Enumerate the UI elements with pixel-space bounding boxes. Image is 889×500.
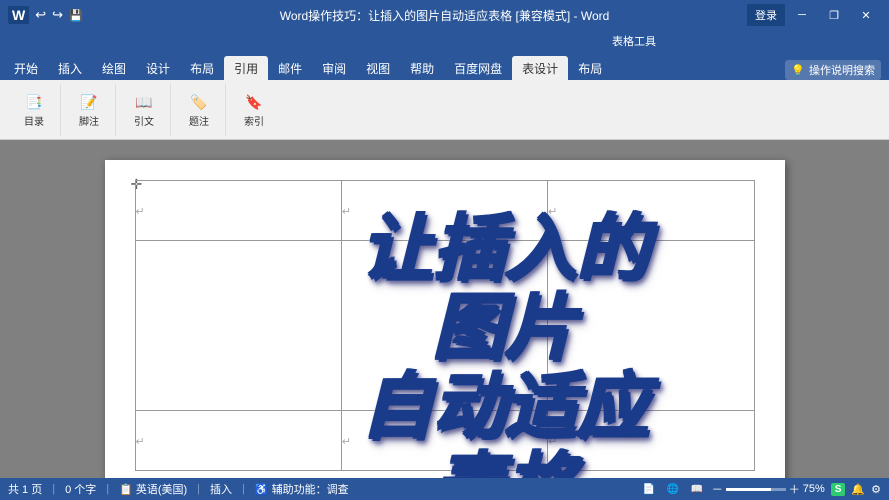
status-right: 📄 🌐 📖 － ＋ 75% S 🔔 ⚙ [640, 480, 881, 498]
restore-button[interactable]: ❐ [819, 5, 849, 25]
language-icon: 📋 [119, 483, 133, 496]
tab-mail[interactable]: 邮件 [268, 56, 312, 80]
tab-layout[interactable]: 布局 [180, 56, 224, 80]
tab-table-layout[interactable]: 布局 [568, 56, 612, 80]
app-icon: W [8, 6, 29, 24]
language-label: 英语(美国) [136, 481, 187, 497]
quick-save-icon[interactable]: 💾 [69, 9, 83, 22]
title-bar: W ↩ ↪ 💾 Word操作技巧：让插入的图片自动适应表格 [兼容模式] - W… [0, 0, 889, 30]
window-controls: 登录 ─ ❐ ✕ [747, 4, 881, 26]
settings-icon[interactable]: ⚙ [871, 483, 881, 496]
tab-start[interactable]: 开始 [4, 56, 48, 80]
document-table[interactable]: ↵ ↵ ↵ ↵ ↵ ↵ [135, 180, 755, 471]
tab-review[interactable]: 审阅 [312, 56, 356, 80]
ribbon-group-index: 🔖 索引 [228, 84, 280, 136]
table-cell: ↵ [548, 181, 754, 241]
table-cell [341, 241, 547, 411]
status-bar: 共 1 页 | 0 个字 | 📋 英语(美国) | 插入 | ♿ 辅助功能：调查… [0, 478, 889, 500]
tab-draw[interactable]: 绘图 [92, 56, 136, 80]
accessibility-status: ♿ 辅助功能：调查 [255, 481, 349, 497]
citation-label: 引文 [134, 113, 154, 128]
toc-icon: 📑 [23, 91, 45, 113]
citation-icon: 📖 [133, 91, 155, 113]
accessibility-label: 辅助功能：调查 [272, 481, 349, 497]
help-search-bar[interactable]: 💡 操作说明搜索 [785, 60, 881, 80]
zoom-slider[interactable] [726, 488, 786, 491]
login-button[interactable]: 登录 [747, 4, 785, 26]
notification-icon[interactable]: 🔔 [851, 483, 865, 496]
document-area: ✛ ↵ ↵ ↵ ↵ ↵ ↵ 让插入的 图片 自动适应 表格 [0, 140, 889, 478]
zoom-level: 75% [803, 483, 825, 495]
table-cell: ↵ [341, 181, 547, 241]
wps-logo: S [831, 483, 846, 496]
print-layout-button[interactable]: 📄 [640, 480, 658, 498]
close-button[interactable]: ✕ [851, 5, 881, 25]
ribbon-group-caption: 🏷️ 题注 [173, 84, 226, 136]
caption-label: 题注 [189, 113, 209, 128]
tab-references[interactable]: 引用 [224, 56, 268, 80]
undo-icon[interactable]: ↩ [35, 7, 46, 23]
tab-baidu[interactable]: 百度网盘 [444, 56, 512, 80]
caption-button[interactable]: 🏷️ 题注 [181, 89, 217, 130]
zoom-slider-fill [726, 488, 771, 491]
zoom-bar: － ＋ 75% [712, 481, 825, 497]
read-mode-button[interactable]: 📖 [688, 480, 706, 498]
table-row [135, 241, 754, 411]
ribbon-group-toc: 📑 目录 [8, 84, 61, 136]
document-page: ✛ ↵ ↵ ↵ ↵ ↵ ↵ 让插入的 图片 自动适应 表格 [105, 160, 785, 478]
index-icon: 🔖 [243, 91, 265, 113]
quick-access-toolbar: W ↩ ↪ 💾 [8, 6, 83, 24]
table-row: ↵ ↵ ↵ [135, 181, 754, 241]
ribbon-content: 📑 目录 📝 脚注 📖 引文 🏷️ 题注 🔖 索引 [0, 80, 889, 140]
table-cell: ↵ [341, 411, 547, 471]
toc-label: 目录 [24, 113, 44, 128]
word-count: 0 个字 [65, 481, 96, 497]
footnote-button[interactable]: 📝 脚注 [71, 89, 107, 130]
tab-design[interactable]: 设计 [136, 56, 180, 80]
table-cell: ↵ [135, 411, 341, 471]
page-count: 共 1 页 [8, 481, 42, 497]
citation-button[interactable]: 📖 引文 [126, 89, 162, 130]
context-tab-bar: 表格工具 [0, 30, 889, 52]
zoom-in-icon[interactable]: ＋ [789, 481, 800, 497]
web-layout-button[interactable]: 🌐 [664, 480, 682, 498]
toc-button[interactable]: 📑 目录 [16, 89, 52, 130]
footnote-icon: 📝 [78, 91, 100, 113]
ribbon-tab-bar: 开始 插入 绘图 设计 布局 引用 邮件 审阅 视图 帮助 百度网盘 表设计 布… [0, 52, 889, 80]
redo-icon[interactable]: ↪ [52, 7, 63, 23]
language-indicator: 📋 英语(美国) [119, 481, 187, 497]
ribbon-group-footnote: 📝 脚注 [63, 84, 116, 136]
accessibility-icon: ♿ [255, 483, 269, 496]
insert-mode[interactable]: 插入 [210, 481, 232, 497]
index-button[interactable]: 🔖 索引 [236, 89, 272, 130]
minimize-button[interactable]: ─ [787, 5, 817, 25]
tab-insert[interactable]: 插入 [48, 56, 92, 80]
footnote-label: 脚注 [79, 113, 99, 128]
table-cell [135, 241, 341, 411]
caption-icon: 🏷️ [188, 91, 210, 113]
zoom-out-icon[interactable]: － [712, 481, 723, 497]
table-row: ↵ ↵ ↵ [135, 411, 754, 471]
tab-view[interactable]: 视图 [356, 56, 400, 80]
index-label: 索引 [244, 113, 264, 128]
ribbon-group-citation: 📖 引文 [118, 84, 171, 136]
tab-table-design[interactable]: 表设计 [512, 56, 568, 80]
context-tab-label: 表格工具 [600, 33, 668, 49]
table-cell: ↵ [548, 411, 754, 471]
help-search-text: 操作说明搜索 [809, 62, 875, 78]
tab-help[interactable]: 帮助 [400, 56, 444, 80]
window-title: Word操作技巧：让插入的图片自动适应表格 [兼容模式] - Word [280, 7, 610, 24]
table-cell [548, 241, 754, 411]
lightbulb-icon: 💡 [791, 64, 805, 77]
table-cell: ↵ [135, 181, 341, 241]
